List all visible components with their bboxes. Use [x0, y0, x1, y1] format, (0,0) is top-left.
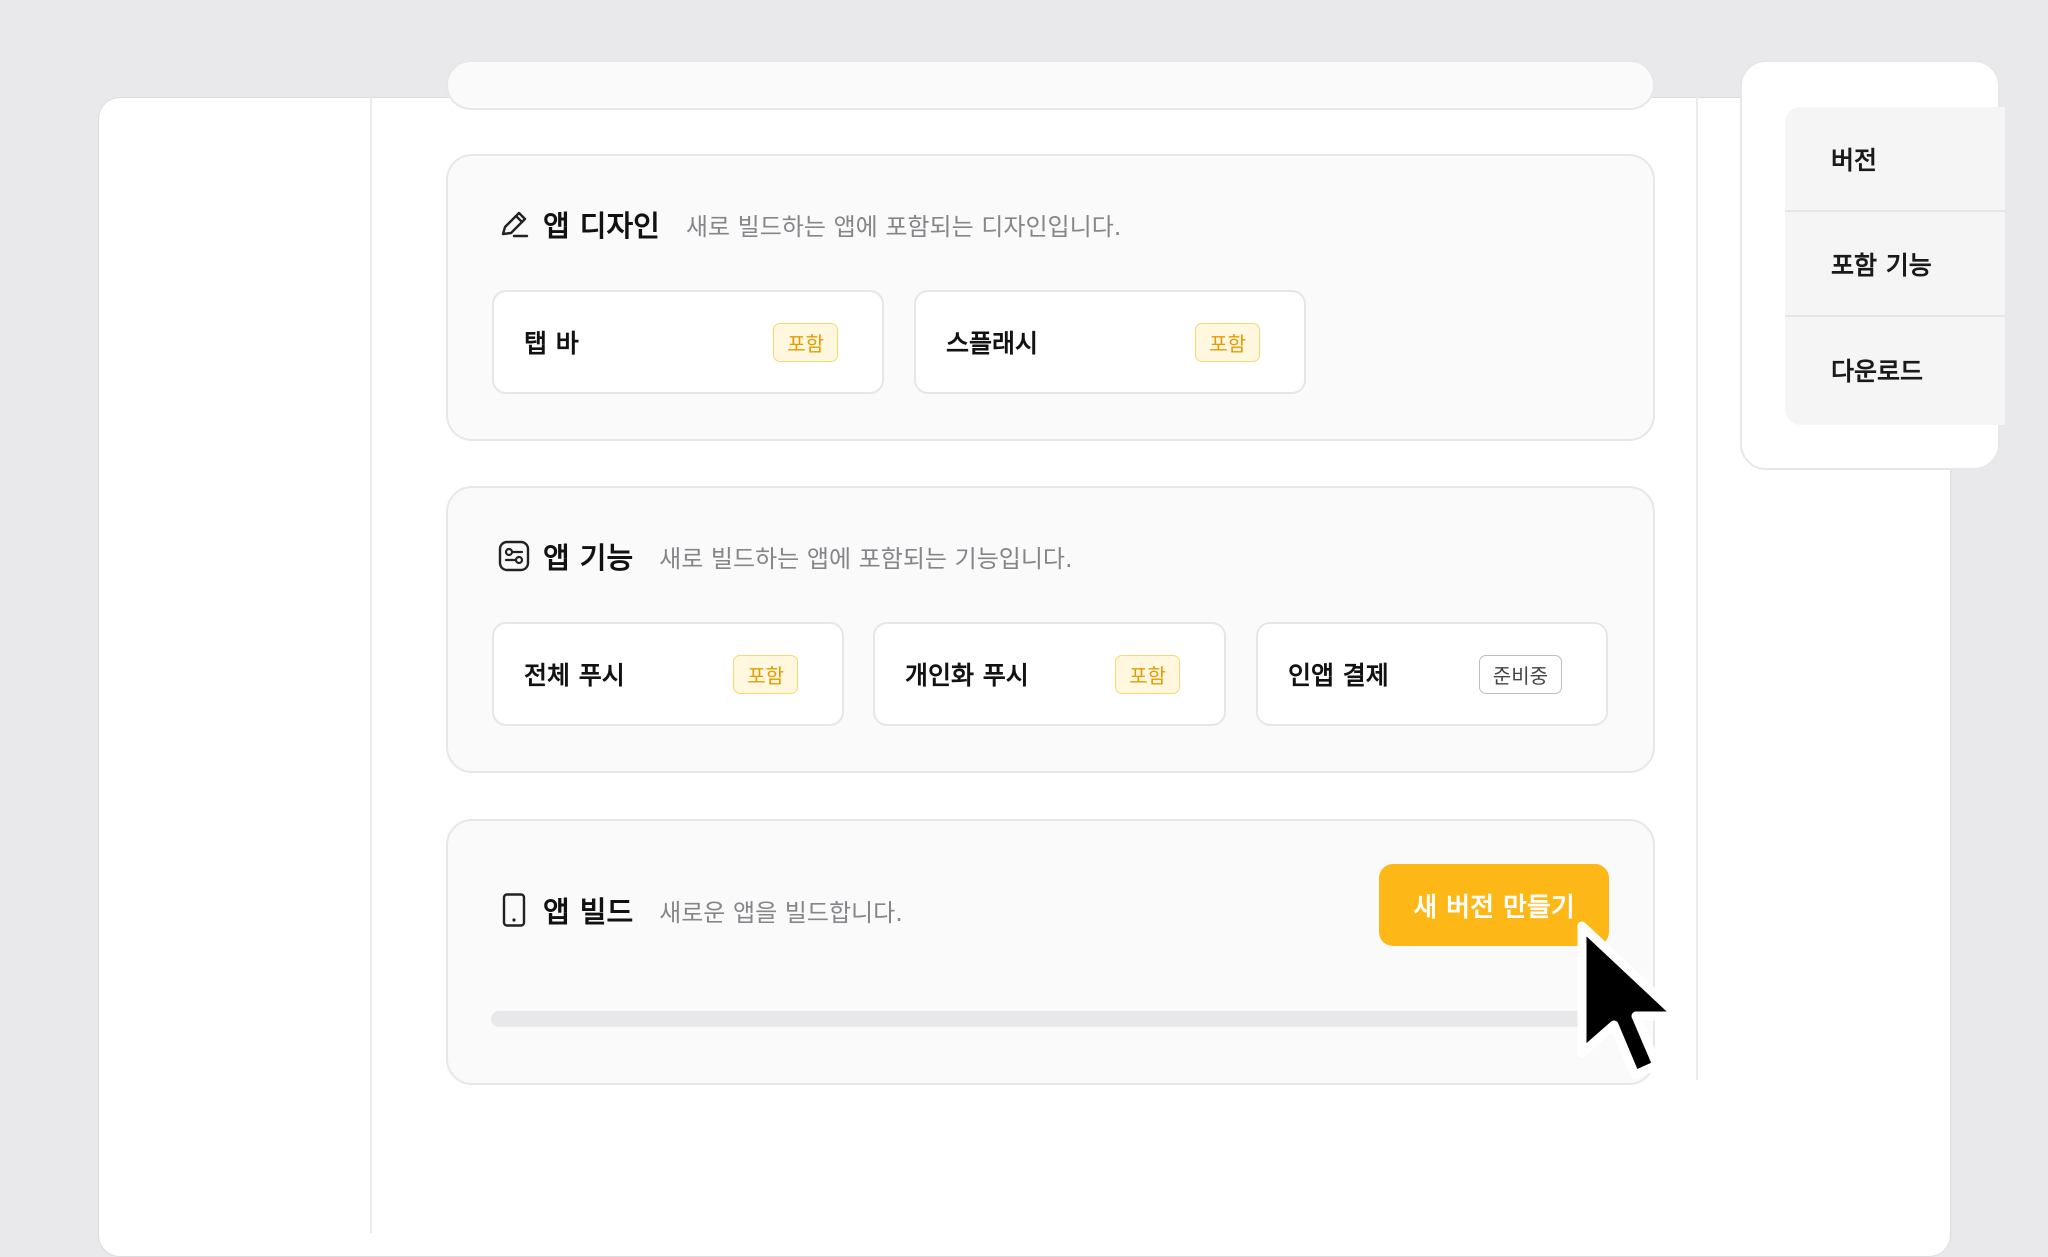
build-section-header: 앱 빌드 새로운 앱을 빌드합니다. [497, 889, 903, 931]
feature-item-personalized-push[interactable]: 개인화 푸시 포함 [873, 622, 1226, 726]
section-title: 앱 디자인 [543, 209, 660, 243]
design-item-tab-bar[interactable]: 탭 바 포함 [492, 290, 884, 394]
features-section-header: 앱 기능 새로 빌드하는 앱에 포함되는 기능입니다. [497, 535, 1073, 577]
feature-name: 전체 푸시 [524, 661, 625, 690]
feature-name: 스플래시 [946, 329, 1039, 358]
section-description: 새로 빌드하는 앱에 포함되는 기능입니다. [659, 544, 1073, 573]
side-nav: 버전 포함 기능 다운로드 [1785, 107, 2005, 425]
status-badge: 포함 [1115, 654, 1180, 694]
status-badge: 포함 [1195, 322, 1260, 362]
side-nav-item-download[interactable]: 다운로드 [1785, 317, 2005, 422]
previous-section-card [446, 60, 1655, 110]
pencil-icon [497, 207, 531, 241]
section-description: 새로 빌드하는 앱에 포함되는 디자인입니다. [685, 212, 1122, 241]
status-badge: 포함 [773, 322, 838, 362]
feature-name: 인앱 결제 [1288, 661, 1389, 690]
create-new-version-button[interactable]: 새 버전 만들기 [1379, 864, 1609, 946]
feature-name: 탭 바 [524, 329, 579, 358]
section-title: 앱 빌드 [543, 895, 634, 929]
side-nav-item-version[interactable]: 버전 [1785, 107, 2005, 212]
design-item-splash[interactable]: 스플래시 포함 [914, 290, 1306, 394]
left-divider [370, 97, 372, 1233]
phone-icon [497, 893, 531, 927]
design-section-header: 앱 디자인 새로 빌드하는 앱에 포함되는 디자인입니다. [497, 203, 1121, 245]
section-title: 앱 기능 [543, 541, 634, 575]
mouse-cursor-icon [1577, 921, 1683, 1080]
status-badge: 포함 [733, 654, 798, 694]
feature-item-in-app-payment[interactable]: 인앱 결제 준비중 [1256, 622, 1608, 726]
feature-name: 개인화 푸시 [905, 661, 1029, 690]
section-description: 새로운 앱을 빌드합니다. [659, 898, 903, 927]
toggles-icon [497, 539, 531, 573]
content-divider [1696, 97, 1698, 1080]
status-badge: 준비중 [1478, 654, 1562, 694]
build-progress-bar [491, 1011, 1609, 1027]
feature-item-broadcast-push[interactable]: 전체 푸시 포함 [492, 622, 844, 726]
build-section-card [446, 819, 1655, 1085]
side-nav-item-included-features[interactable]: 포함 기능 [1785, 212, 2005, 317]
